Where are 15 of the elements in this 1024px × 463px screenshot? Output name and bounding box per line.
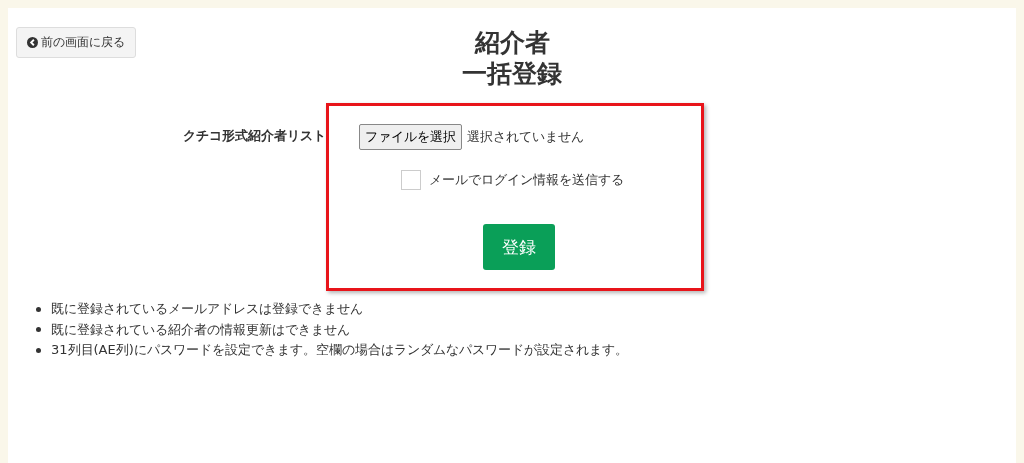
page-title: 紹介者 (474, 27, 550, 58)
page-title: 一括登録 (462, 58, 562, 89)
back-button[interactable]: 前の画面に戻る (16, 27, 136, 58)
note-text: 31列目(AE列)にパスワードを設定できます。空欄の場合はランダムなパスワードが設定されます。 (51, 341, 628, 359)
checkbox-label: メールでログイン情報を送信する (429, 171, 624, 189)
bullet-icon (36, 327, 41, 333)
arrow-circle-icon (27, 37, 38, 48)
bullet-icon (36, 347, 41, 353)
note-text: 既に登録されているメールアドレスは登録できません (51, 300, 363, 318)
field-label: クチコ形式紹介者リスト (182, 127, 326, 145)
file-status: 選択されていません (467, 128, 584, 146)
checkbox[interactable] (401, 170, 421, 190)
note-text: 既に登録されている紹介者の情報更新はできません (51, 320, 350, 339)
bullet-icon (36, 306, 41, 312)
file-select-button[interactable]: ファイルを選択 (359, 124, 462, 150)
